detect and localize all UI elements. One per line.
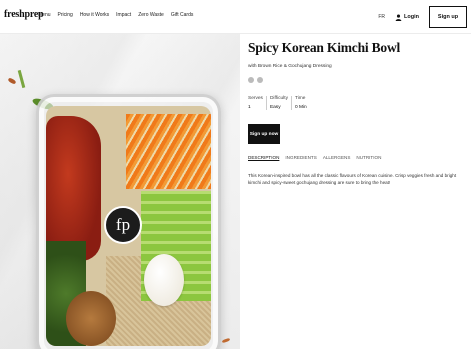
recipe-subtitle: with Brown Rice & Gochujang Dressing bbox=[248, 64, 332, 69]
tab-description[interactable]: DESCRIPTION bbox=[248, 155, 279, 160]
nav-zero-waste[interactable]: Zero Waste bbox=[138, 12, 164, 18]
tab-nutrition[interactable]: NUTRITION bbox=[356, 155, 381, 160]
fact-serves: Serves 1 bbox=[248, 96, 266, 110]
fact-value: 1 bbox=[248, 105, 251, 110]
diet-icons bbox=[248, 77, 263, 83]
login-link[interactable]: Login bbox=[395, 14, 419, 21]
user-icon bbox=[395, 14, 402, 21]
bowl-food: fp bbox=[46, 106, 211, 346]
fact-label: Serves bbox=[248, 96, 263, 101]
nav-gift-cards[interactable]: Gift Cards bbox=[171, 12, 194, 18]
nav-pricing[interactable]: Pricing bbox=[58, 12, 73, 18]
nav-how-it-works[interactable]: How it Works bbox=[80, 12, 109, 18]
vegetarian-icon bbox=[257, 77, 263, 83]
nav-menu[interactable]: Menu bbox=[38, 12, 51, 18]
fact-label: Time bbox=[294, 96, 306, 101]
recipe-title: Spicy Korean Kimchi Bowl bbox=[248, 40, 401, 55]
login-label: Login bbox=[404, 14, 419, 20]
signup-button-header[interactable]: Sign up bbox=[429, 6, 467, 28]
tab-ingredients[interactable]: INGREDIENTS bbox=[285, 155, 316, 160]
carrots bbox=[126, 114, 211, 189]
nav-impact[interactable]: Impact bbox=[116, 12, 131, 18]
recipe-facts: Serves 1 Difficulty Easy Time 0 Min bbox=[248, 96, 310, 110]
fact-difficulty: Difficulty Easy bbox=[265, 96, 291, 110]
site-header: freshprep Menu Pricing How it Works Impa… bbox=[0, 0, 471, 34]
kimchi bbox=[46, 116, 101, 261]
main-nav: Menu Pricing How it Works Impact Zero Wa… bbox=[38, 12, 193, 18]
fp-logo-sticker: fp bbox=[104, 206, 142, 244]
signup-now-button[interactable]: Sign up now bbox=[248, 124, 280, 144]
fact-label: Difficulty bbox=[269, 96, 288, 101]
fact-value: Easy bbox=[269, 105, 281, 110]
language-toggle[interactable]: FR bbox=[378, 14, 385, 20]
fact-value: 0 Min bbox=[294, 105, 307, 110]
recipe-tabs: DESCRIPTION INGREDIENTS ALLERGENS NUTRIT… bbox=[248, 155, 381, 160]
recipe-image: fp bbox=[0, 34, 240, 349]
dairy-free-icon bbox=[248, 77, 254, 83]
egg bbox=[144, 254, 184, 306]
recipe-description: This Korean-inspired bowl has all the cl… bbox=[248, 173, 457, 185]
tab-allergens[interactable]: ALLERGENS bbox=[323, 155, 351, 160]
fact-time: Time 0 Min bbox=[290, 96, 310, 110]
header-actions: FR Login Sign up bbox=[378, 6, 467, 28]
crispy-shallots bbox=[66, 291, 116, 346]
